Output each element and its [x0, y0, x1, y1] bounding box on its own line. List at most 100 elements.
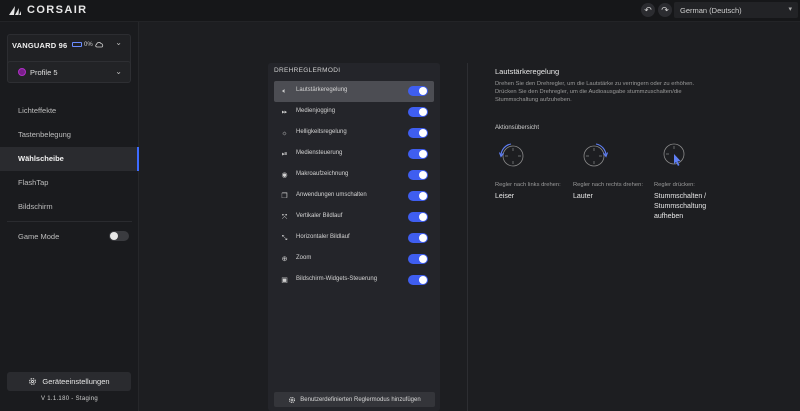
toggle-knob: [419, 87, 427, 95]
dial-mode-row-widgets[interactable]: ▣ Bildschirm-Widgets-Steuerung: [274, 270, 434, 291]
dial-mode-toggle[interactable]: [408, 212, 428, 222]
device-name: VANGUARD 96: [12, 41, 68, 50]
wireless-icon: [72, 42, 82, 47]
sidebar-item-lichteffekte[interactable]: Lichteffekte: [0, 99, 139, 123]
toggle-knob: [419, 108, 427, 116]
profile-color-dot: [18, 68, 26, 76]
chevron-down-icon: ⌄: [115, 67, 122, 76]
cloud-connection-icon: [94, 41, 103, 47]
dial-mode-label: Zoom: [296, 255, 312, 261]
profile-selector[interactable]: Profile 5 ⌄: [7, 61, 131, 83]
detail-description: Drehen Sie den Drehregler, um die Lautst…: [495, 81, 695, 103]
version-label: V 1.1.180 - Staging: [40, 396, 99, 402]
sidebar-item-bildschirm[interactable]: Bildschirm: [0, 195, 139, 219]
toggle-knob: [419, 276, 427, 284]
dial-mode-row-app-switch[interactable]: ❐ Anwendungen umschalten: [274, 186, 434, 207]
action-label-left: Regler nach links drehen:: [495, 182, 561, 188]
dial-mode-row-brightness[interactable]: ☼ Helligkeitsregelung: [274, 123, 434, 144]
app-switch-icon: ❐: [281, 193, 288, 200]
divider: [7, 221, 132, 222]
sidebar: VANGUARD 96 0% ⌄ Profile 5 ⌄ Lichteffekt…: [0, 22, 139, 411]
toggle-knob: [419, 234, 427, 242]
gear-icon: [29, 378, 37, 385]
battery-status: 0%: [72, 42, 104, 48]
dial-mode-label: Mediensteuerung: [296, 150, 343, 156]
toggle-knob: [419, 213, 427, 221]
brightness-icon: ☼: [281, 130, 288, 137]
dial-mode-label: Medienjogging: [296, 108, 336, 114]
dial-mode-row-media-jog[interactable]: ⏩︎ Medienjogging: [274, 102, 434, 123]
dial-mode-toggle[interactable]: [408, 170, 428, 180]
toggle-knob: [419, 255, 427, 263]
add-custom-dial-mode-button[interactable]: Benutzerdefinierten Reglermodus hinzufüg…: [274, 392, 435, 407]
add-custom-dial-mode-label: Benutzerdefinierten Reglermodus hinzufüg…: [300, 396, 421, 403]
action-overview-title: Aktionsübersicht: [495, 125, 540, 131]
toggle-knob: [419, 171, 427, 179]
dial-mode-toggle[interactable]: [408, 107, 428, 117]
toggle-knob: [419, 150, 427, 158]
press-dial-icon: [663, 143, 685, 166]
dial-mode-toggle[interactable]: [408, 233, 428, 243]
dial-mode-label: Helligkeitsregelung: [296, 129, 347, 135]
sidebar-item-tastenbelegung[interactable]: Tastenbelegung: [0, 123, 139, 147]
dial-mode-toggle[interactable]: [408, 275, 428, 285]
dial-mode-row-macro[interactable]: ◉ Makroaufzeichnung: [274, 165, 434, 186]
action-label-press: Regler drücken:: [654, 182, 695, 188]
dial-modes-panel: DREHREGLERMODI 🔈︎ Lautstärkeregelung ⏩︎ …: [268, 63, 440, 411]
profile-name: Profile 5: [30, 68, 58, 77]
sidebar-item-flashtap[interactable]: FlashTap: [0, 171, 139, 195]
game-mode-label: Game Mode: [18, 232, 60, 241]
chevron-down-icon: ▾: [788, 6, 792, 13]
dial-mode-label: Lautstärkeregelung: [296, 87, 348, 93]
play-skip-icon: ⏯︎: [281, 151, 288, 158]
undo-icon[interactable]: ↶: [641, 3, 655, 17]
language-select[interactable]: German (Deutsch) ▾: [674, 2, 798, 18]
toggle-knob: [419, 129, 427, 137]
gear-icon: [289, 396, 296, 403]
rotate-left-dial-icon: [498, 143, 524, 167]
horizontal-scroll-icon: ⤡: [281, 235, 288, 242]
chevron-down-icon: ⌄: [115, 38, 122, 47]
redo-icon[interactable]: ↷: [658, 3, 672, 17]
dial-mode-row-media-control[interactable]: ⏯︎ Mediensteuerung: [274, 144, 434, 165]
dial-mode-row-volume[interactable]: 🔈︎ Lautstärkeregelung: [274, 81, 434, 102]
action-value-press: Stummschalten / Stummschaltung aufheben: [654, 193, 707, 220]
dial-mode-label: Vertikaler Bildlauf: [296, 213, 343, 219]
dial-mode-toggle[interactable]: [408, 149, 428, 159]
dial-mode-row-horizontal-scroll[interactable]: ⤡ Horizontaler Bildlauf: [274, 228, 434, 249]
game-mode-toggle[interactable]: [109, 231, 129, 241]
toggle-knob: [419, 192, 427, 200]
brand-name: CORSAIR: [27, 4, 88, 16]
dial-mode-toggle[interactable]: [408, 128, 428, 138]
dial-mode-label: Bildschirm-Widgets-Steuerung: [296, 276, 378, 282]
action-label-right: Regler nach rechts drehen:: [573, 182, 643, 188]
corsair-sails-icon: [9, 5, 21, 15]
dial-mode-toggle[interactable]: [408, 86, 428, 96]
device-settings-button[interactable]: Geräteeinstellungen: [7, 372, 131, 391]
top-bar: CORSAIR ↶ ↷ German (Deutsch) ▾: [0, 0, 800, 22]
divider: [467, 63, 468, 411]
dial-mode-label: Horizontaler Bildlauf: [296, 234, 350, 240]
action-value-left: Leiser: [495, 193, 515, 200]
dial-mode-list: 🔈︎ Lautstärkeregelung ⏩︎ Medienjogging ☼…: [274, 81, 434, 291]
dial-mode-label: Makroaufzeichnung: [296, 171, 349, 177]
sidebar-nav: Lichteffekte Tastenbelegung Wählscheibe …: [0, 99, 139, 222]
corsair-logo: CORSAIR: [8, 4, 88, 16]
action-value-right: Lauter: [573, 193, 593, 200]
dial-mode-label: Anwendungen umschalten: [296, 192, 367, 198]
dial-mode-toggle[interactable]: [408, 254, 428, 264]
vertical-scroll-icon: ⤧: [281, 214, 288, 221]
language-value: German (Deutsch): [680, 6, 742, 15]
panel-title: DREHREGLERMODI: [274, 67, 341, 74]
dial-mode-row-vertical-scroll[interactable]: ⤧ Vertikaler Bildlauf: [274, 207, 434, 228]
battery-value: 0%: [84, 41, 93, 48]
detail-title: Lautstärkeregelung: [495, 67, 560, 76]
zoom-icon: ⊕: [281, 256, 288, 263]
widget-icon: ▣: [281, 277, 288, 284]
dial-mode-row-zoom[interactable]: ⊕ Zoom: [274, 249, 434, 270]
record-icon: ◉: [281, 172, 288, 179]
device-settings-label: Geräteeinstellungen: [42, 377, 110, 386]
rotate-right-dial-icon: [583, 143, 609, 167]
sidebar-item-waehlscheibe[interactable]: Wählscheibe: [0, 147, 139, 171]
dial-mode-toggle[interactable]: [408, 191, 428, 201]
